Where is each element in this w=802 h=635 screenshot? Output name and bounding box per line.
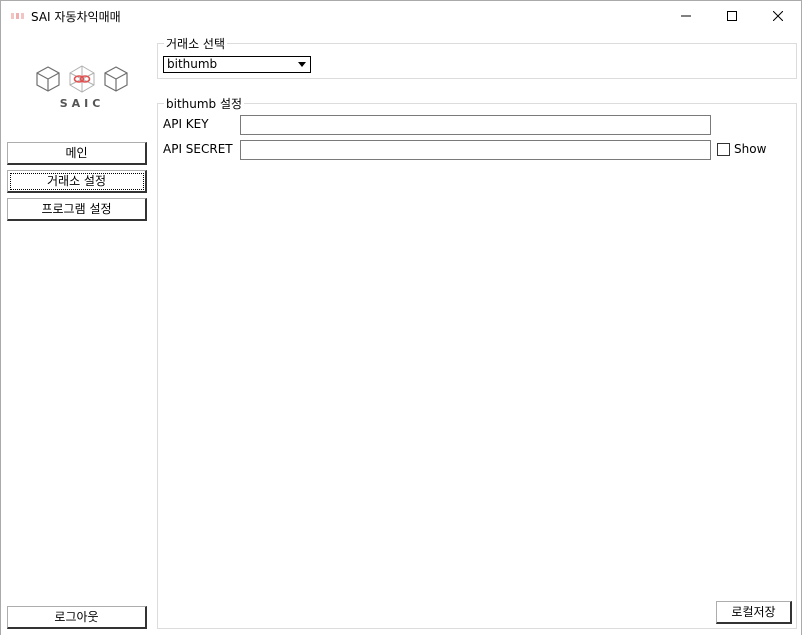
api-key-input[interactable] xyxy=(240,115,711,135)
maximize-icon xyxy=(727,11,737,21)
app-icon xyxy=(11,13,24,19)
save-local-button[interactable]: 로컬저장 xyxy=(716,601,792,624)
exchange-dropdown[interactable]: bithumb xyxy=(163,56,311,73)
nav-program-settings-button[interactable]: 프로그램 설정 xyxy=(7,198,147,221)
api-key-label: API KEY xyxy=(163,117,209,131)
exchange-select-title: 거래소 선택 xyxy=(166,37,226,51)
logout-button[interactable]: 로그아웃 xyxy=(7,606,147,629)
window-title: SAI 자동차익매매 xyxy=(31,10,121,24)
close-button[interactable] xyxy=(755,1,801,31)
exchange-dropdown-value: bithumb xyxy=(167,57,218,71)
nav-main-button[interactable]: 메인 xyxy=(7,142,147,165)
minimize-button[interactable] xyxy=(663,1,709,31)
exchange-settings-title: bithumb 설정 xyxy=(166,97,243,111)
client-area: SAIC 메인 거래소 설정 프로그램 설정 로그아웃 거래소 선택 bithu… xyxy=(1,31,801,635)
nav-exchange-settings-button[interactable]: 거래소 설정 xyxy=(7,170,147,193)
show-secret-checkbox[interactable] xyxy=(717,143,730,156)
app-window: SAI 자동차익매매 SAIC 메인 거래소 설정 프로그램 설정 로그아웃 거… xyxy=(0,0,802,635)
logo-cubes-icon xyxy=(36,65,128,93)
dropdown-arrow-icon[interactable] xyxy=(296,57,308,72)
close-icon xyxy=(773,11,783,21)
saic-logo: SAIC xyxy=(35,64,129,144)
api-secret-input[interactable] xyxy=(240,140,711,160)
title-bar[interactable]: SAI 자동차익매매 xyxy=(1,1,801,31)
show-secret-label[interactable]: Show xyxy=(734,142,766,156)
minimize-icon xyxy=(681,15,691,17)
exchange-settings-group: bithumb 설정 xyxy=(157,95,797,629)
api-secret-label: API SECRET xyxy=(163,142,233,156)
maximize-button[interactable] xyxy=(709,1,755,31)
logo-text: SAIC xyxy=(59,97,105,110)
